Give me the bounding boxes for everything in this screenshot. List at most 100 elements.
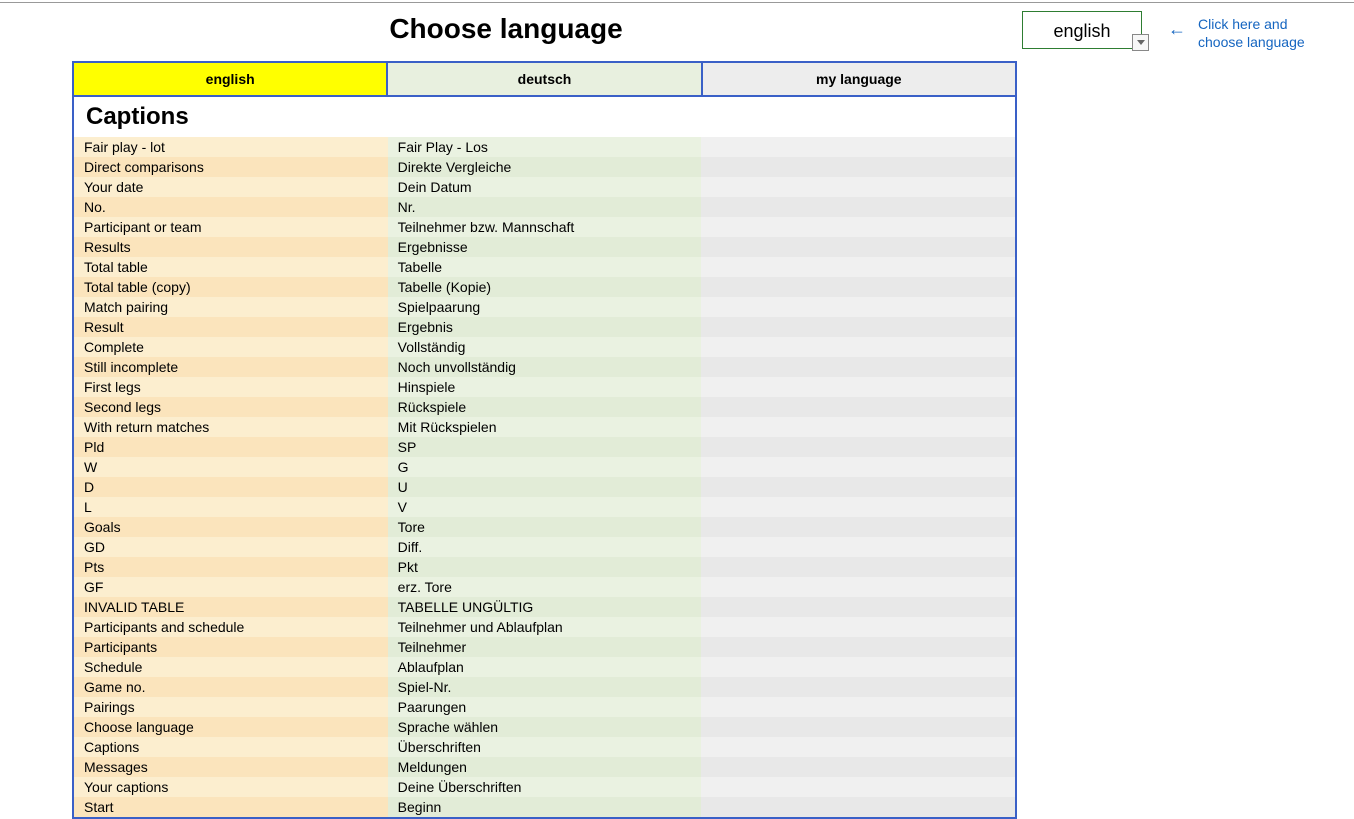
cell-en: GD (74, 537, 388, 557)
table-row: WG (74, 457, 1015, 477)
cell-my[interactable] (701, 777, 1015, 797)
cell-de: Mit Rückspielen (388, 417, 702, 437)
cell-my[interactable] (701, 617, 1015, 637)
cell-en: Total table (copy) (74, 277, 388, 297)
cell-de: SP (388, 437, 702, 457)
cell-en: Total table (74, 257, 388, 277)
cell-my[interactable] (701, 677, 1015, 697)
cell-de: Rückspiele (388, 397, 702, 417)
cell-en: Participants (74, 637, 388, 657)
column-headers: english deutsch my language (74, 63, 1015, 97)
cell-my[interactable] (701, 397, 1015, 417)
cell-my[interactable] (701, 577, 1015, 597)
cell-my[interactable] (701, 317, 1015, 337)
cell-my[interactable] (701, 757, 1015, 777)
cell-de: Ablaufplan (388, 657, 702, 677)
cell-en: Pld (74, 437, 388, 457)
table-row: PairingsPaarungen (74, 697, 1015, 717)
cell-de: Hinspiele (388, 377, 702, 397)
cell-my[interactable] (701, 277, 1015, 297)
cell-de: Diff. (388, 537, 702, 557)
cell-my[interactable] (701, 497, 1015, 517)
cell-my[interactable] (701, 157, 1015, 177)
cell-my[interactable] (701, 657, 1015, 677)
cell-my[interactable] (701, 197, 1015, 217)
cell-en: Your date (74, 177, 388, 197)
cell-my[interactable] (701, 217, 1015, 237)
cell-de: TABELLE UNGÜLTIG (388, 597, 702, 617)
cell-de: Pkt (388, 557, 702, 577)
cell-en: Result (74, 317, 388, 337)
table-row: Your dateDein Datum (74, 177, 1015, 197)
column-header-my-language[interactable]: my language (703, 63, 1015, 97)
cell-my[interactable] (701, 477, 1015, 497)
cell-de: Überschriften (388, 737, 702, 757)
cell-my[interactable] (701, 737, 1015, 757)
cell-en: Match pairing (74, 297, 388, 317)
cell-de: U (388, 477, 702, 497)
cell-my[interactable] (701, 797, 1015, 817)
table-row: MessagesMeldungen (74, 757, 1015, 777)
table-row: StartBeginn (74, 797, 1015, 817)
cell-en: GF (74, 577, 388, 597)
table-row: GFerz. Tore (74, 577, 1015, 597)
cell-my[interactable] (701, 517, 1015, 537)
cell-de: Sprache wählen (388, 717, 702, 737)
cell-my[interactable] (701, 457, 1015, 477)
cell-my[interactable] (701, 177, 1015, 197)
table-row: Choose languageSprache wählen (74, 717, 1015, 737)
table-row: DU (74, 477, 1015, 497)
cell-en: Fair play - lot (74, 137, 388, 157)
cell-my[interactable] (701, 137, 1015, 157)
cell-my[interactable] (701, 697, 1015, 717)
cell-de: Spiel-Nr. (388, 677, 702, 697)
table-row: GDDiff. (74, 537, 1015, 557)
cell-my[interactable] (701, 297, 1015, 317)
table-row: With return matchesMit Rückspielen (74, 417, 1015, 437)
cell-de: Teilnehmer und Ablaufplan (388, 617, 702, 637)
cell-my[interactable] (701, 257, 1015, 277)
cell-de: Vollständig (388, 337, 702, 357)
cell-my[interactable] (701, 557, 1015, 577)
section-title: Captions (74, 97, 1015, 137)
column-header-deutsch[interactable]: deutsch (388, 63, 702, 97)
table-row: Total table (copy)Tabelle (Kopie) (74, 277, 1015, 297)
table-row: PldSP (74, 437, 1015, 457)
table-row: Still incompleteNoch unvollständig (74, 357, 1015, 377)
hint-line-1: Click here and (1198, 16, 1288, 32)
table-row: LV (74, 497, 1015, 517)
cell-my[interactable] (701, 637, 1015, 657)
table-row: ScheduleAblaufplan (74, 657, 1015, 677)
column-header-english[interactable]: english (74, 63, 388, 97)
hint-line-2: choose language (1198, 34, 1305, 50)
cell-en: Complete (74, 337, 388, 357)
cell-my[interactable] (701, 417, 1015, 437)
cell-de: Paarungen (388, 697, 702, 717)
language-dropdown-button[interactable] (1132, 34, 1149, 51)
cell-en: Messages (74, 757, 388, 777)
cell-de: Beginn (388, 797, 702, 817)
table-row: GoalsTore (74, 517, 1015, 537)
cell-de: Meldungen (388, 757, 702, 777)
table-row: Fair play - lotFair Play - Los (74, 137, 1015, 157)
cell-my[interactable] (701, 537, 1015, 557)
table-row: Your captionsDeine Überschriften (74, 777, 1015, 797)
cell-my[interactable] (701, 437, 1015, 457)
language-selected-cell[interactable]: english (1022, 11, 1142, 49)
table-row: Second legsRückspiele (74, 397, 1015, 417)
cell-my[interactable] (701, 377, 1015, 397)
cell-de: Fair Play - Los (388, 137, 702, 157)
cell-my[interactable] (701, 717, 1015, 737)
cell-en: Pts (74, 557, 388, 577)
table-row: Participant or teamTeilnehmer bzw. Manns… (74, 217, 1015, 237)
cell-en: Choose language (74, 717, 388, 737)
cell-my[interactable] (701, 597, 1015, 617)
cell-my[interactable] (701, 337, 1015, 357)
cell-de: Tabelle (Kopie) (388, 277, 702, 297)
cell-my[interactable] (701, 237, 1015, 257)
cell-en: INVALID TABLE (74, 597, 388, 617)
hint-arrow-icon: ← (1162, 5, 1192, 40)
cell-en: Still incomplete (74, 357, 388, 377)
cell-de: Ergebnisse (388, 237, 702, 257)
cell-my[interactable] (701, 357, 1015, 377)
